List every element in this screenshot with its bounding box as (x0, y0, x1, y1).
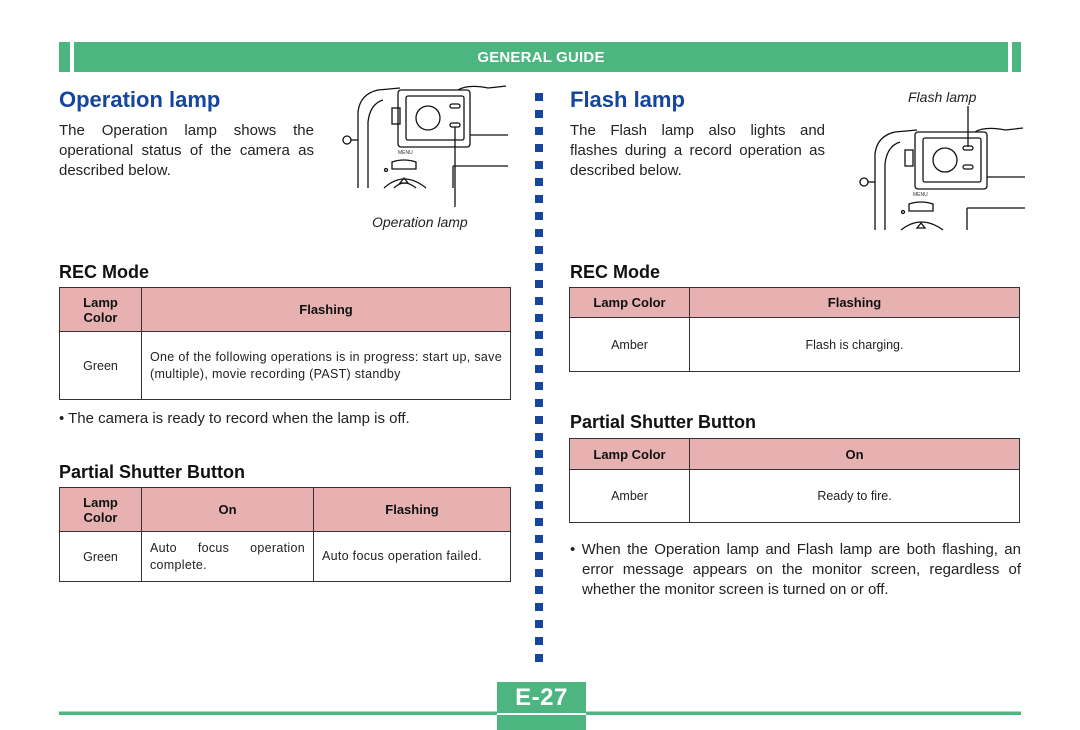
separator-dot (535, 144, 543, 152)
lamp-color-cell: Amber (569, 469, 690, 523)
separator-dot (535, 297, 543, 305)
separator-dot (535, 467, 543, 475)
separator-dot (535, 620, 543, 628)
rec-mode-note: • The camera is ready to record when the… (59, 410, 410, 427)
page-number-divider (497, 713, 586, 715)
separator-dot (535, 229, 543, 237)
table-row: Green Auto focus operation complete. Aut… (59, 531, 511, 582)
menu-label: MENU (913, 192, 928, 198)
column-header-flashing: Flashing (313, 487, 511, 532)
separator-dot (535, 110, 543, 118)
separator-dot (535, 484, 543, 492)
flash-lamp-intro: The Flash lamp also lights and flashes d… (570, 122, 825, 179)
separator-dot (535, 399, 543, 407)
operation-lamp-caption: Operation lamp (372, 214, 468, 230)
separator-dot (535, 603, 543, 611)
separator-dot (535, 195, 543, 203)
separator-dot (535, 93, 543, 101)
on-cell: Auto focus operation complete. (141, 531, 314, 582)
flash-lamp-caption: Flash lamp (908, 89, 977, 105)
partial-shutter-heading-left: Partial Shutter Button (59, 462, 246, 482)
table-row: Amber Flash is charging. (569, 317, 1020, 372)
partial-shutter-table-left: Lamp Color On Flashing Green Auto focus o… (59, 487, 511, 582)
separator-dot (535, 433, 543, 441)
lamp-color-cell: Green (59, 531, 142, 582)
column-header-lamp-color: Lamp Color (569, 287, 690, 318)
flashing-cell: One of the following operations is in pr… (141, 331, 511, 400)
table-header-row: Lamp Color Flashing (59, 287, 511, 332)
separator-dot (535, 654, 543, 662)
separator-dot (535, 365, 543, 373)
column-header-on: On (689, 438, 1020, 470)
column-header-lamp-color: Lamp Color (59, 287, 142, 332)
separator-dot (535, 178, 543, 186)
separator-dot (535, 569, 543, 577)
header-bar-left-block (59, 42, 70, 72)
column-header-lamp-color: Lamp Color (59, 487, 142, 532)
camera-illustration-operation-lamp: MENU (342, 85, 508, 207)
rec-mode-table-left: Lamp Color Flashing Green One of the foll… (59, 287, 511, 400)
separator-dot (535, 331, 543, 339)
rec-mode-heading-left: REC Mode (59, 262, 149, 282)
table-row: Green One of the following operations is… (59, 331, 511, 400)
header-bar-right-block (1012, 42, 1021, 72)
partial-shutter-table-right: Lamp Color On Amber Ready to fire. (569, 438, 1020, 523)
table-header-row: Lamp Color Flashing (569, 287, 1020, 318)
separator-dot (535, 382, 543, 390)
rec-mode-heading-right: REC Mode (570, 262, 660, 282)
menu-label: MENU (398, 150, 413, 156)
column-header-lamp-color: Lamp Color (569, 438, 690, 470)
separator-dot (535, 212, 543, 220)
separator-dot (535, 246, 543, 254)
column-header-flashing: Flashing (141, 287, 511, 332)
column-header-on: On (141, 487, 314, 532)
table-header-row: Lamp Color On (569, 438, 1020, 470)
camera-illustration-flash-lamp: MENU (859, 106, 1025, 231)
separator-dot (535, 552, 543, 560)
separator-dot (535, 127, 543, 135)
separator-dot (535, 535, 543, 543)
table-header-row: Lamp Color On Flashing (59, 487, 511, 532)
flashing-cell: Auto focus operation failed. (313, 531, 511, 582)
separator-dot (535, 314, 543, 322)
table-row: Amber Ready to fire. (569, 469, 1020, 523)
separator-dot (535, 518, 543, 526)
column-header-flashing: Flashing (689, 287, 1020, 318)
separator-dot (535, 263, 543, 271)
section-header: GENERAL GUIDE (74, 42, 1008, 72)
operation-lamp-title: Operation lamp (59, 87, 221, 112)
lamp-color-cell: Green (59, 331, 142, 400)
flashing-cell: Flash is charging. (689, 317, 1020, 372)
separator-dot (535, 161, 543, 169)
separator-dot (535, 586, 543, 594)
page-number: E-27 (515, 684, 568, 711)
lamp-color-cell: Amber (569, 317, 690, 372)
separator-dot (535, 348, 543, 356)
on-cell: Ready to fire. (689, 469, 1020, 523)
partial-shutter-heading-right: Partial Shutter Button (570, 412, 757, 432)
separator-dot (535, 501, 543, 509)
separator-dot (535, 280, 543, 288)
separator-dot (535, 450, 543, 458)
separator-dot (535, 416, 543, 424)
flash-lamp-title: Flash lamp (570, 87, 685, 112)
separator-dot (535, 637, 543, 645)
operation-lamp-intro: The Operation lamp shows the operational… (59, 122, 314, 179)
error-note: • When the Operation lamp and Flash lamp… (570, 541, 1021, 598)
rec-mode-table-right: Lamp Color Flashing Amber Flash is charg… (569, 287, 1020, 372)
